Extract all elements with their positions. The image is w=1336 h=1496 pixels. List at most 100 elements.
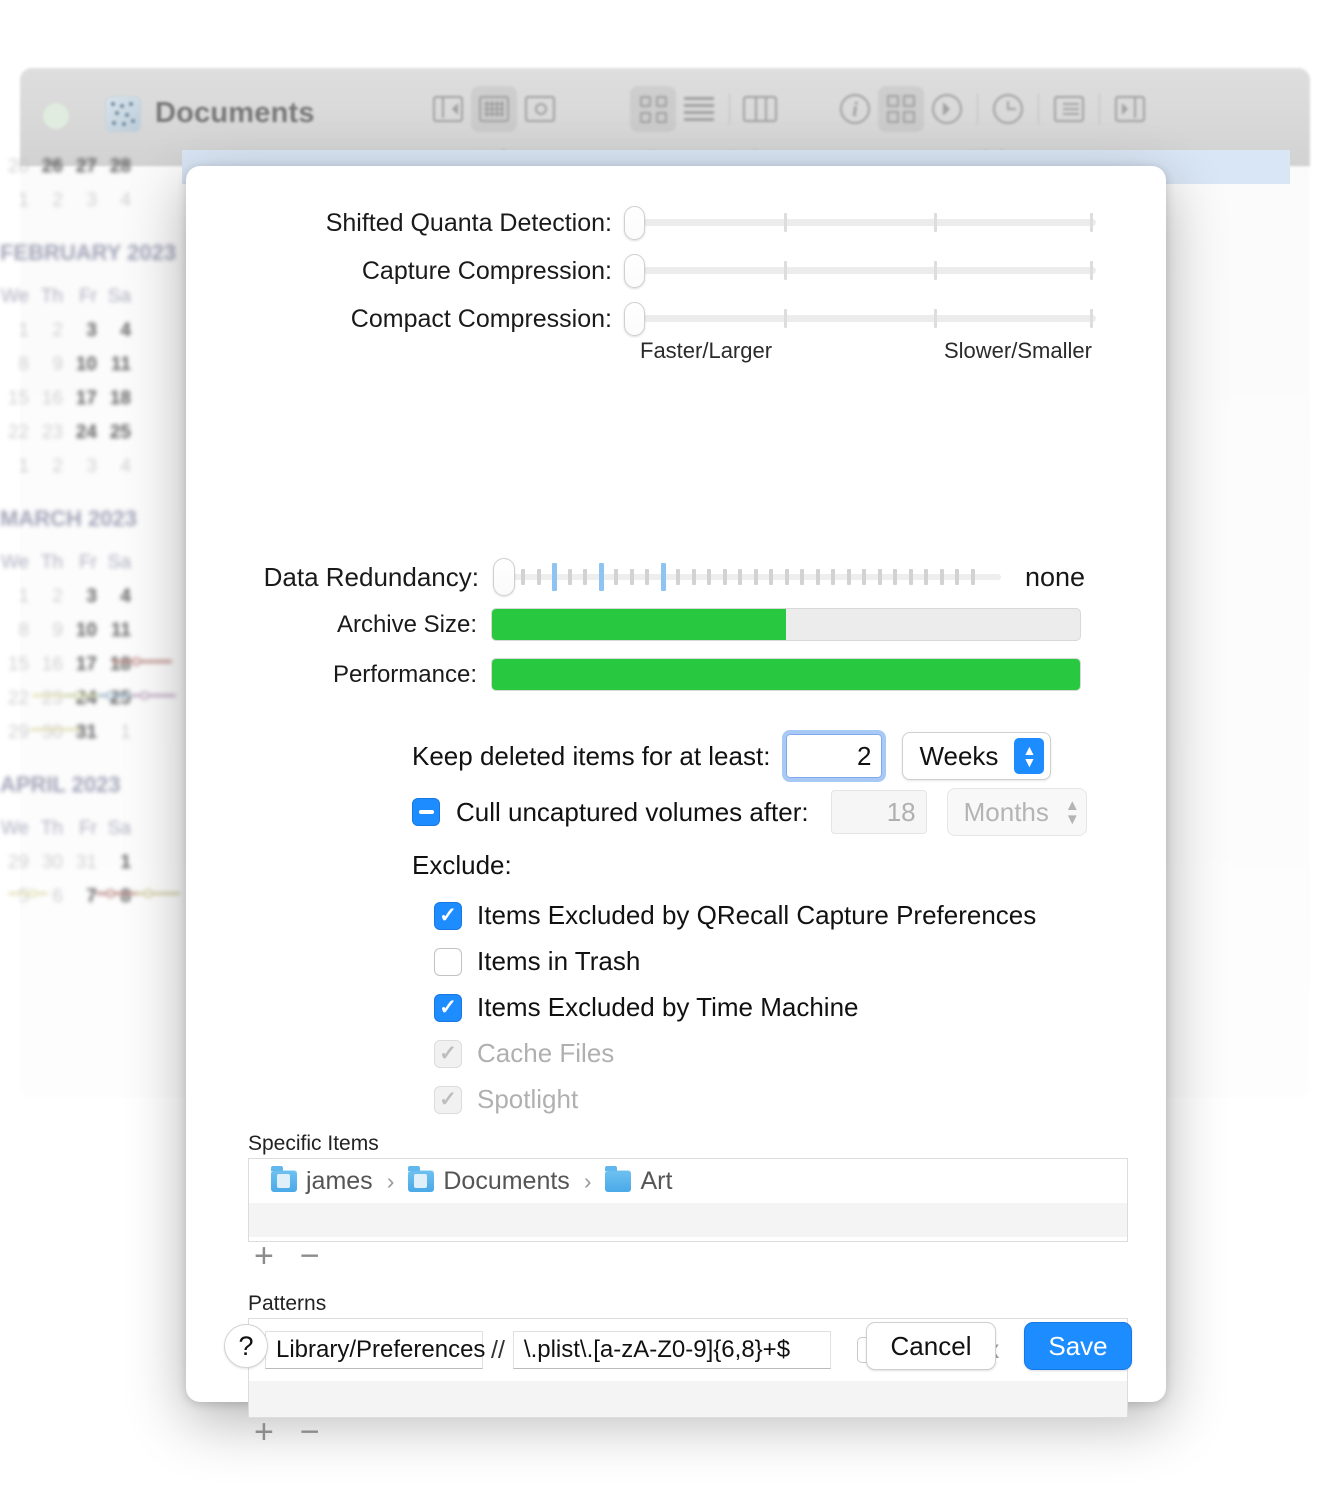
slider-thumb[interactable] [493, 558, 515, 596]
slider-row-compact-compression: Compact Compression: [226, 302, 1096, 336]
exclude-item-time-machine[interactable]: ✓ Items Excluded by Time Machine [434, 992, 859, 1023]
list-item[interactable]: james › Documents › Art [249, 1159, 1127, 1203]
log-icon[interactable] [1046, 86, 1092, 132]
screen: Documents Left [0, 0, 1336, 1496]
exclude-item-label: Items Excluded by Time Machine [477, 992, 859, 1022]
calendar-weekday-header: We Th Fr Sa [0, 552, 131, 573]
info-icon[interactable]: i [832, 86, 878, 132]
calendar-row: 29 30 31 1 [7, 722, 131, 743]
slider-tick [934, 261, 937, 280]
calendar-row: 1 2 3 4 [18, 190, 131, 211]
calendar-icon[interactable] [471, 86, 517, 132]
checkbox[interactable]: ✓ [434, 993, 462, 1022]
performance-label: Performance: [332, 660, 477, 688]
keep-deleted-items-row: Keep deleted items for at least: 2 Weeks… [412, 730, 1052, 782]
toolbar-divider [1038, 93, 1039, 125]
calendar-row: 29 30 31 1 [7, 852, 131, 873]
slider-track [626, 315, 1096, 322]
remove-specific-item-button[interactable]: − [300, 1239, 320, 1273]
slider-tick [784, 309, 787, 328]
slider-tick [691, 569, 696, 585]
slider-tick [769, 569, 773, 585]
save-button[interactable]: Save [1024, 1322, 1132, 1370]
toolbar-group-left: Left [425, 86, 563, 170]
meter-fill [492, 659, 1080, 690]
inspector-toggle-icon[interactable] [1107, 86, 1153, 132]
slider-tick [908, 569, 913, 585]
calendar-row: 15 16 17 18 [7, 388, 131, 409]
slider-tick [877, 569, 882, 585]
sidebar-toggle-icon[interactable] [425, 86, 471, 132]
folder-icon [605, 1166, 632, 1192]
data-redundancy-value: none [1025, 561, 1086, 592]
exclude-item-qrecall-capture-preferences[interactable]: ✓ Items Excluded by QRecall Capture Pref… [434, 900, 1036, 931]
data-redundancy-slider[interactable] [491, 558, 1001, 596]
calendar-event-dot [106, 889, 115, 898]
slider-label: Shifted Quanta Detection: [325, 208, 612, 237]
cull-quantity-input: 18 [830, 790, 927, 834]
slider-tick [676, 569, 680, 585]
calendar-event-marker [132, 694, 176, 697]
add-pattern-button[interactable]: + [254, 1415, 274, 1449]
data-redundancy-row: Data Redundancy: none [186, 558, 1085, 596]
slider-tick [831, 569, 835, 585]
patterns-caption: Patterns [248, 1292, 327, 1315]
shifted-quanta-detection-slider[interactable] [624, 206, 1096, 240]
exclude-item-label: Cache Files [477, 1038, 615, 1068]
archive-icon[interactable] [517, 86, 563, 132]
slider-tick [521, 569, 525, 585]
help-button[interactable]: ? [224, 1324, 268, 1368]
cancel-button[interactable]: Cancel [866, 1322, 996, 1370]
icon-view-icon[interactable] [630, 86, 676, 132]
keep-deleted-quantity-input[interactable]: 2 [782, 730, 887, 782]
cull-unit-value: Months [963, 796, 1049, 827]
list-view-icon[interactable] [676, 86, 722, 132]
slider-tick [784, 261, 787, 280]
calendar-row: 15 16 17 18 [0, 648, 182, 682]
play-icon[interactable] [924, 86, 970, 132]
slider-thumb[interactable] [624, 254, 645, 288]
chevron-updown-icon[interactable]: ▲ ▼ [1014, 738, 1045, 774]
exclude-item-items-in-trash[interactable]: Items in Trash [434, 946, 640, 977]
slider-label: Compact Compression: [350, 304, 612, 333]
scale-label-faster-larger: Faster/Larger [640, 338, 773, 363]
slider-tick-highlighted [598, 563, 604, 591]
slider-thumb[interactable] [624, 206, 645, 240]
exclude-item-label: Spotlight [477, 1084, 579, 1114]
specific-items-listbox[interactable]: james › Documents › Art [248, 1158, 1128, 1242]
breadcrumb-separator: › [583, 1167, 592, 1194]
calendar-event-dot [74, 691, 83, 700]
keep-deleted-unit-popup[interactable]: Weeks ▲ ▼ [902, 732, 1052, 780]
patterns-listbox[interactable]: Library/Preferences // \.plist\.[a-zA-Z0… [248, 1318, 1128, 1418]
compact-compression-slider[interactable] [624, 302, 1096, 336]
checkbox[interactable]: ✓ [434, 901, 462, 930]
keep-deleted-items-label: Keep deleted items for at least: [412, 740, 771, 771]
slider-thumb[interactable] [624, 302, 645, 336]
toolbar-group-browser-style: Browser Style [630, 86, 783, 170]
calendar-row: 8 9 10 11 [18, 620, 131, 641]
cull-uncaptured-checkbox[interactable] [412, 798, 440, 826]
slider-tick [970, 569, 975, 585]
capture-compression-slider[interactable] [624, 254, 1096, 288]
slider-tick [924, 569, 928, 585]
window-traffic-light[interactable] [43, 103, 69, 129]
specific-items-caption: Specific Items [248, 1132, 379, 1155]
calendar-month-title: APRIL 2023 [0, 772, 121, 797]
pattern-regex-input[interactable]: \.plist\.[a-zA-Z0-9]{6,8}+$ [512, 1331, 831, 1369]
add-specific-item-button[interactable]: + [254, 1239, 274, 1273]
column-view-icon[interactable] [737, 86, 783, 132]
checkbox[interactable] [434, 947, 462, 976]
clock-icon[interactable] [985, 86, 1031, 132]
remove-pattern-button[interactable]: − [300, 1415, 320, 1449]
slider-tick [934, 309, 937, 328]
slider-tick [800, 569, 804, 585]
slider-tick [629, 569, 634, 585]
slider-label: Capture Compression: [361, 256, 612, 285]
chevron-updown-icon: ▲ ▼ [1064, 796, 1080, 828]
pattern-path-input[interactable]: Library/Preferences [265, 1331, 485, 1369]
grid-view-icon[interactable] [878, 86, 924, 132]
toolbar-group-right: i [832, 86, 1153, 170]
meter-fill [492, 609, 786, 640]
slider-tick [784, 213, 787, 232]
calendar-event-dot [106, 691, 115, 700]
